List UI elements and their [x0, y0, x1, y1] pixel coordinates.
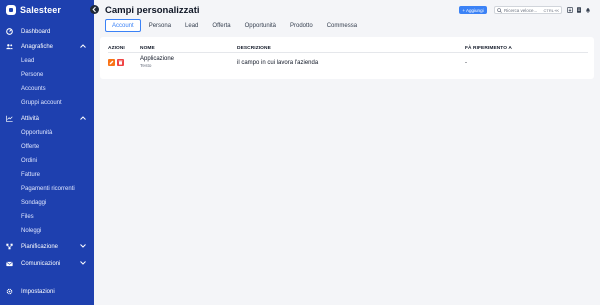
field-reference: - — [465, 60, 467, 66]
logo-icon — [6, 5, 16, 15]
app-logo[interactable]: Salesteer — [6, 5, 61, 15]
sidebar-item-anagrafiche[interactable]: Anagrafiche — [0, 40, 94, 53]
main-content: Campi personalizzati + Aggiungi Ricerca … — [94, 0, 600, 305]
sidebar-subitem-sondaggi[interactable]: Sondaggi — [21, 200, 46, 206]
import-icon[interactable] — [567, 7, 573, 13]
sidebar-subitem-noleggi[interactable]: Noleggi — [21, 228, 41, 234]
search-shortcut: CTRL+K — [543, 8, 559, 13]
sidebar-subitem-gruppi-account[interactable]: Gruppi account — [21, 100, 62, 106]
sidebar-item-label: Comunicazioni — [21, 260, 61, 267]
tab-offerta[interactable]: Offerta — [206, 19, 236, 32]
sidebar-subitem-persone[interactable]: Persone — [21, 72, 43, 78]
page-title: Campi personalizzati — [105, 5, 200, 16]
chevron-down-icon — [80, 260, 86, 267]
search-input[interactable]: Ricerca veloce... CTRL+K — [494, 6, 562, 14]
dashboard-icon — [6, 28, 13, 35]
users-icon — [6, 43, 13, 50]
sidebar-subitem-pagamenti-ricorrenti[interactable]: Pagamenti ricorrenti — [21, 186, 75, 192]
sidebar: Salesteer Dashboard Anagrafiche Lead Per… — [0, 0, 94, 305]
sidebar-item-impostazioni[interactable]: Impostazioni — [0, 285, 94, 298]
column-header-actions: AZIONI — [108, 46, 125, 51]
planning-icon — [6, 243, 13, 250]
sidebar-item-comunicazioni[interactable]: Comunicazioni — [0, 257, 94, 270]
column-header-name: NOME — [140, 46, 155, 51]
search-icon — [497, 8, 502, 15]
column-header-reference: FÀ RIFERIMENTO A — [465, 46, 512, 51]
chevron-up-icon — [80, 43, 86, 50]
tab-commessa[interactable]: Commessa — [321, 19, 363, 32]
chevron-down-icon — [80, 243, 86, 250]
chevron-left-icon — [92, 6, 96, 13]
document-icon[interactable] — [576, 7, 582, 13]
sidebar-subitem-fatture[interactable]: Fatture — [21, 172, 40, 178]
tab-prodotto[interactable]: Prodotto — [284, 19, 319, 32]
sidebar-subitem-opportunita[interactable]: Opportunità — [21, 130, 52, 136]
custom-fields-table: AZIONI NOME DESCRIZIONE FÀ RIFERIMENTO A… — [100, 37, 594, 79]
field-type: Testo — [140, 64, 152, 69]
sidebar-item-label: Attività — [21, 115, 40, 122]
sidebar-item-pianificazione[interactable]: Pianificazione — [0, 240, 94, 253]
column-header-description: DESCRIZIONE — [237, 46, 271, 51]
sidebar-item-label: Impostazioni — [21, 288, 55, 295]
mail-icon — [6, 260, 13, 267]
chart-line-icon — [6, 115, 13, 122]
chevron-up-icon — [80, 115, 86, 122]
app-name: Salesteer — [20, 5, 61, 15]
tab-account[interactable]: Account — [105, 19, 141, 32]
sidebar-subitem-accounts[interactable]: Accounts — [21, 86, 46, 92]
add-button[interactable]: + Aggiungi — [459, 6, 487, 14]
sidebar-subitem-ordini[interactable]: Ordini — [21, 158, 37, 164]
bell-icon[interactable] — [585, 7, 591, 13]
field-name: Applicazione — [140, 56, 175, 62]
edit-button[interactable] — [108, 59, 115, 66]
entity-tabs: Account Persona Lead Offerta Opportunità… — [105, 19, 365, 32]
table-row — [108, 53, 588, 73]
search-placeholder: Ricerca veloce... — [504, 7, 538, 13]
pencil-icon — [109, 60, 114, 65]
collapse-sidebar-button[interactable] — [90, 5, 99, 14]
delete-button[interactable] — [117, 59, 124, 66]
sidebar-subitem-files[interactable]: Files — [21, 214, 34, 220]
sidebar-subitem-offerte[interactable]: Offerte — [21, 144, 39, 150]
tab-persona[interactable]: Persona — [143, 19, 177, 32]
trash-icon — [118, 60, 123, 65]
sidebar-item-label: Dashboard — [21, 28, 51, 35]
sidebar-item-dashboard[interactable]: Dashboard — [0, 25, 94, 38]
gear-icon — [6, 288, 13, 295]
sidebar-subitem-lead[interactable]: Lead — [21, 58, 34, 64]
sidebar-item-label: Pianificazione — [21, 243, 59, 250]
tab-lead[interactable]: Lead — [179, 19, 204, 32]
tab-opportunita[interactable]: Opportunità — [239, 19, 282, 32]
sidebar-item-attivita[interactable]: Attività — [0, 112, 94, 125]
field-description: il campo in cui lavora l'azienda — [237, 60, 319, 66]
sidebar-item-label: Anagrafiche — [21, 43, 54, 50]
